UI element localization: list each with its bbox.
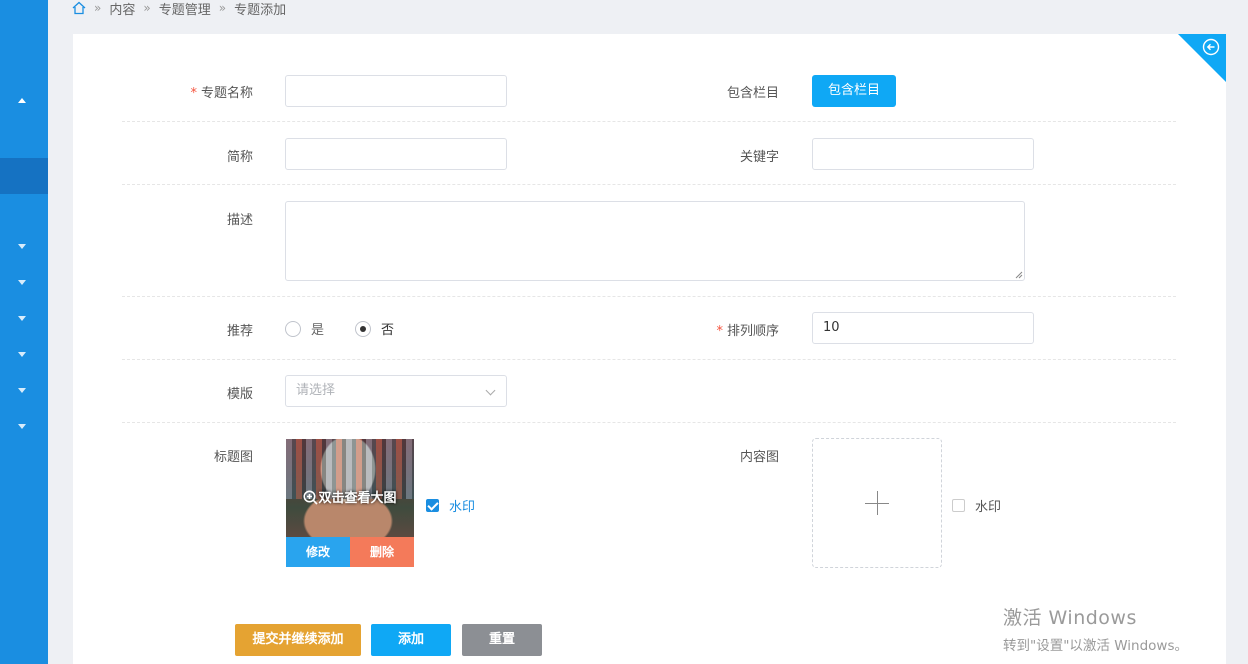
zoom-in-icon	[303, 490, 319, 505]
breadcrumb-separator: »	[218, 1, 227, 15]
plus-icon	[877, 491, 878, 515]
chevron-down-icon[interactable]	[18, 244, 26, 249]
recommend-label: 推荐	[226, 324, 253, 339]
checkbox-icon[interactable]	[952, 499, 965, 512]
keyword-label: 关键字	[739, 150, 779, 165]
home-icon[interactable]	[72, 1, 86, 15]
recommend-no-radio[interactable]: 否	[355, 319, 394, 338]
title-image-actions: 修改 删除	[286, 537, 414, 567]
content-watermark-checkbox[interactable]: 水印	[952, 496, 1001, 515]
chevron-down-icon[interactable]	[18, 388, 26, 393]
breadcrumb-separator: »	[94, 1, 102, 15]
chevron-down-icon[interactable]	[18, 352, 26, 357]
reset-button[interactable]: 重置	[462, 624, 542, 656]
template-select[interactable]: 请选择	[285, 375, 507, 407]
chevron-down-icon[interactable]	[18, 280, 26, 285]
breadcrumb-separator: »	[143, 1, 151, 15]
watermark-label: 水印	[975, 500, 1002, 515]
content-image-label: 内容图	[739, 450, 779, 465]
columns-label: 包含栏目	[726, 86, 779, 101]
title-image-thumbnail[interactable]: 双击查看大图 修改 删除	[286, 439, 414, 567]
breadcrumb: » 内容 » 专题管理 » 专题添加	[72, 0, 287, 18]
name-input[interactable]	[285, 75, 507, 107]
edit-image-button[interactable]: 修改	[286, 537, 350, 567]
form-row	[122, 360, 1176, 423]
columns-button[interactable]: 包含栏目	[812, 75, 896, 107]
windows-activation-watermark: 激活 Windows 转到"设置"以激活 Windows。	[1003, 603, 1188, 654]
short-name-label: 简称	[226, 150, 253, 165]
breadcrumb-item-topic-add: 专题添加	[234, 2, 287, 18]
order-label: * 排列顺序	[716, 324, 779, 339]
sidebar	[0, 0, 48, 664]
view-large-overlay[interactable]: 双击查看大图	[286, 487, 414, 506]
title-image-label: 标题图	[213, 450, 253, 465]
keyword-input[interactable]	[812, 138, 1034, 170]
short-name-input[interactable]	[285, 138, 507, 170]
watermark-line1: 激活 Windows	[1003, 607, 1137, 629]
template-label: 模版	[226, 387, 253, 402]
back-corner-icon[interactable]	[1178, 34, 1226, 82]
resize-handle-icon[interactable]	[1015, 271, 1023, 279]
chevron-down-icon[interactable]	[18, 424, 26, 429]
description-label: 描述	[226, 213, 253, 228]
chevron-down-icon	[485, 385, 496, 396]
radio-label: 是	[311, 323, 325, 338]
add-button[interactable]: 添加	[371, 624, 451, 656]
order-input[interactable]: 10	[812, 312, 1034, 344]
title-watermark-checkbox[interactable]: 水印	[426, 496, 475, 515]
description-textarea[interactable]	[285, 201, 1025, 281]
watermark-label: 水印	[449, 500, 476, 515]
watermark-line2: 转到"设置"以激活 Windows。	[1003, 638, 1188, 654]
collapse-arrow-icon[interactable]	[18, 98, 26, 103]
recommend-yes-radio[interactable]: 是	[285, 319, 324, 338]
radio-label: 否	[381, 323, 395, 338]
form-row	[122, 34, 1176, 122]
sidebar-active-item[interactable]	[0, 158, 48, 194]
name-label: * 专题名称	[190, 86, 253, 101]
submit-continue-button[interactable]: 提交并继续添加	[235, 624, 361, 656]
checkbox-checked-icon[interactable]	[426, 499, 439, 512]
radio-circle[interactable]	[285, 320, 301, 337]
delete-image-button[interactable]: 删除	[350, 537, 414, 567]
breadcrumb-item-topic-manage[interactable]: 专题管理	[159, 0, 211, 18]
chevron-down-icon[interactable]	[18, 316, 26, 321]
radio-circle-checked[interactable]	[355, 320, 371, 337]
template-placeholder: 请选择	[296, 383, 336, 398]
content-image-upload[interactable]	[812, 438, 942, 568]
form-panel: * 专题名称 包含栏目 包含栏目 简称 关键字 描述 推荐 是 否 * 排列顺序 1…	[73, 34, 1226, 664]
breadcrumb-item-content[interactable]: 内容	[109, 0, 135, 18]
